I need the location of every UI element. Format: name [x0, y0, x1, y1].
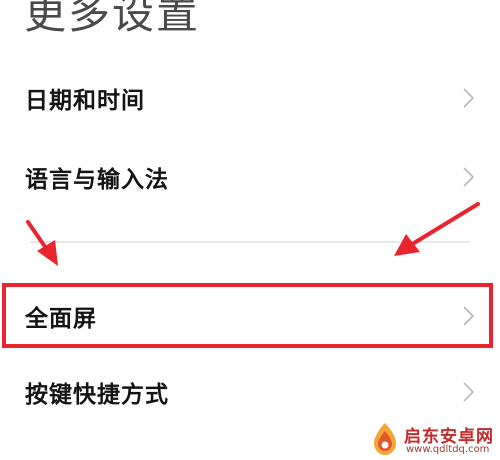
watermark: 启东安卓网 www.qdltdq.com	[370, 420, 500, 460]
red-arrow-icon	[394, 202, 480, 256]
settings-item-label: 日期和时间	[25, 88, 145, 114]
settings-item-label: 按键快捷方式	[25, 382, 169, 408]
highlight-box	[2, 283, 493, 348]
page-title: 更多设置	[24, 0, 201, 38]
chevron-right-icon	[463, 382, 475, 402]
chevron-right-icon	[463, 88, 475, 108]
settings-item-label: 语言与输入法	[25, 167, 169, 193]
chevron-right-icon	[463, 167, 475, 187]
section-divider	[30, 241, 470, 243]
watermark-url: www.qdltdq.com	[406, 444, 490, 455]
watermark-logo-icon	[374, 423, 396, 455]
settings-item-date-time[interactable]: 日期和时间	[0, 66, 500, 130]
settings-item-key-shortcuts[interactable]: 按键快捷方式	[0, 360, 500, 424]
settings-item-language-input[interactable]: 语言与输入法	[0, 145, 500, 209]
red-arrow-icon	[26, 220, 58, 266]
